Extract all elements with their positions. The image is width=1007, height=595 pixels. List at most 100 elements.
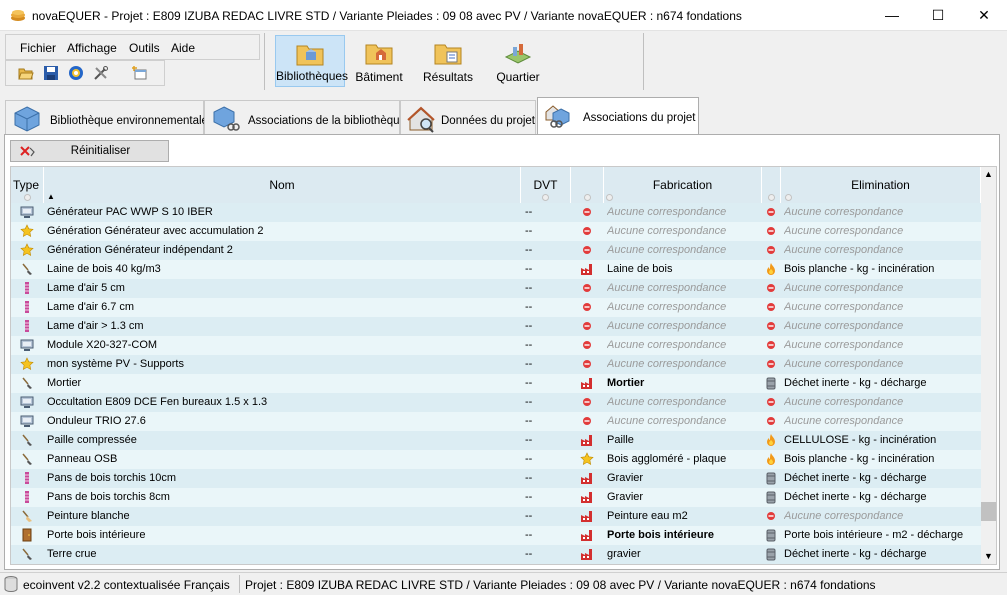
nom-cell[interactable]: Paille compressée [47,431,519,450]
column-header-nom[interactable]: Nom ▲ [44,167,521,203]
table-row[interactable]: Module X20-327-COM -- Aucune correspondanc… [11,336,981,355]
tab-bibliotheque-environnementale[interactable]: Bibliothèque environnementale [5,100,208,134]
filter-dot-icon[interactable] [768,194,775,201]
fabrication-cell[interactable]: Aucune correspondance [607,412,761,431]
menu-aide[interactable]: Aide [171,41,195,55]
column-header-type[interactable]: Type [11,167,44,203]
table-row[interactable]: Pans de bois torchis 8cm -- Gravier Déchet … [11,488,981,507]
minimize-button[interactable]: — [869,0,915,30]
column-header-dvt[interactable]: DVT [521,167,571,203]
fabrication-cell[interactable]: Laine de bois [607,260,761,279]
fabrication-cell[interactable]: Aucune correspondance [607,336,761,355]
nom-cell[interactable]: Peinture blanche [47,507,519,526]
nom-cell[interactable]: mon système PV - Supports [47,355,519,374]
nom-cell[interactable]: Onduleur TRIO 27.6 [47,412,519,431]
elimination-cell[interactable]: Déchet inerte - kg - décharge [784,488,980,507]
nom-cell[interactable]: Générateur PAC WWP S 10 IBER [47,203,519,222]
elimination-cell[interactable]: Aucune correspondance [784,355,980,374]
fabrication-cell[interactable]: Aucune correspondance [607,393,761,412]
dvt-cell[interactable]: -- [525,488,569,507]
fabrication-cell[interactable]: Aucune correspondance [607,222,761,241]
reinitialiser-button[interactable]: Réinitialiser [10,140,169,162]
elimination-cell[interactable]: Aucune correspondance [784,317,980,336]
column-header-fabrication[interactable]: Fabrication [604,167,762,203]
fabrication-cell[interactable]: gravier [607,545,761,564]
dvt-cell[interactable]: -- [525,317,569,336]
table-row[interactable]: Pans de bois torchis 10cm -- Gravier Déchet… [11,469,981,488]
elimination-cell[interactable]: CELLULOSE - kg - incinération [784,431,980,450]
nom-cell[interactable]: Pans de bois torchis 8cm [47,488,519,507]
dvt-cell[interactable]: -- [525,374,569,393]
tools-icon[interactable] [93,65,109,81]
dvt-cell[interactable]: -- [525,507,569,526]
scroll-down-icon[interactable]: ▼ [984,551,993,561]
nom-cell[interactable]: Laine de bois 40 kg/m3 [47,260,519,279]
elimination-cell[interactable]: Aucune correspondance [784,393,980,412]
scroll-up-icon[interactable]: ▲ [984,169,993,179]
elimination-cell[interactable]: Aucune correspondance [784,298,980,317]
fabrication-cell[interactable]: Gravier [607,469,761,488]
nom-cell[interactable]: Lame d'air > 1.3 cm [47,317,519,336]
tab-associations-projet[interactable]: Associations du projet [537,97,699,135]
fabrication-cell[interactable]: Aucune correspondance [607,279,761,298]
nom-cell[interactable]: Génération Générateur avec accumulation … [47,222,519,241]
fabrication-cell[interactable]: Bois aggloméré - plaque [607,450,761,469]
dvt-cell[interactable]: -- [525,298,569,317]
dvt-cell[interactable]: -- [525,336,569,355]
table-row[interactable]: Onduleur TRIO 27.6 -- Aucune correspondanc… [11,412,981,431]
elimination-cell[interactable]: Porte bois intérieure - m2 - décharge [784,526,980,545]
table-row[interactable]: Lame d'air 6.7 cm -- Aucune correspondance… [11,298,981,317]
fabrication-cell[interactable]: Aucune correspondance [607,317,761,336]
filter-dot-icon[interactable] [785,194,792,201]
filter-dot-icon[interactable] [24,194,31,201]
table-row[interactable]: mon système PV - Supports -- Aucune corres… [11,355,981,374]
menu-affichage[interactable]: Affichage [67,41,117,55]
tab-associations-bibliotheque[interactable]: Associations de la bibliothèque [204,100,406,134]
close-button[interactable]: ✕ [961,0,1007,30]
table-row[interactable]: Terre crue -- gravier Déchet inerte - kg - … [11,545,981,564]
fabrication-cell[interactable]: Gravier [607,488,761,507]
fabrication-cell[interactable]: Peinture eau m2 [607,507,761,526]
table-row[interactable]: Lame d'air 5 cm -- Aucune correspondance Au… [11,279,981,298]
dvt-cell[interactable]: -- [525,241,569,260]
tab-donnees-projet[interactable]: Données du projet [400,100,536,134]
nom-cell[interactable]: Porte bois intérieure [47,526,519,545]
open-folder-icon[interactable] [18,65,34,81]
fabrication-cell[interactable]: Porte bois intérieure [607,526,761,545]
resultats-button[interactable]: Résultats [418,35,478,87]
nom-cell[interactable]: Pans de bois torchis 10cm [47,469,519,488]
table-row[interactable]: Mortier -- Mortier Déchet inerte - kg - déc… [11,374,981,393]
elimination-cell[interactable]: Aucune correspondance [784,412,980,431]
elimination-cell[interactable]: Aucune correspondance [784,336,980,355]
elimination-cell[interactable]: Aucune correspondance [784,241,980,260]
fabrication-cell[interactable]: Aucune correspondance [607,203,761,222]
column-header-elimination[interactable]: Elimination [781,167,981,203]
batiment-button[interactable]: Bâtiment [350,35,408,87]
fabrication-cell[interactable]: Mortier [607,374,761,393]
elimination-cell[interactable]: Bois planche - kg - incinération [784,450,980,469]
table-row[interactable]: Paille compressée -- Paille CELLULOSE - kg … [11,431,981,450]
column-header-fab-icon[interactable] [571,167,604,203]
elimination-cell[interactable]: Bois planche - kg - incinération [784,260,980,279]
fabrication-cell[interactable]: Aucune correspondance [607,355,761,374]
elimination-cell[interactable]: Aucune correspondance [784,279,980,298]
filter-dot-icon[interactable] [584,194,591,201]
column-header-elim-icon[interactable] [762,167,781,203]
table-row[interactable]: Occultation E809 DCE Fen bureaux 1.5 x 1… [11,393,981,412]
nom-cell[interactable]: Génération Générateur indépendant 2 [47,241,519,260]
elimination-cell[interactable]: Aucune correspondance [784,203,980,222]
filter-dot-icon[interactable] [542,194,549,201]
dvt-cell[interactable]: -- [525,545,569,564]
fabrication-cell[interactable]: Paille [607,431,761,450]
lifebuoy-icon[interactable] [68,65,84,81]
table-row[interactable]: Générateur PAC WWP S 10 IBER -- Aucune cor… [11,203,981,222]
fabrication-cell[interactable]: Aucune correspondance [607,241,761,260]
save-icon[interactable] [43,65,59,81]
table-row[interactable]: Génération Générateur avec accumulation … [11,222,981,241]
elimination-cell[interactable]: Déchet inerte - kg - décharge [784,374,980,393]
dvt-cell[interactable]: -- [525,355,569,374]
dvt-cell[interactable]: -- [525,279,569,298]
nom-cell[interactable]: Terre crue [47,545,519,564]
menu-outils[interactable]: Outils [129,41,160,55]
new-window-icon[interactable] [132,65,148,81]
